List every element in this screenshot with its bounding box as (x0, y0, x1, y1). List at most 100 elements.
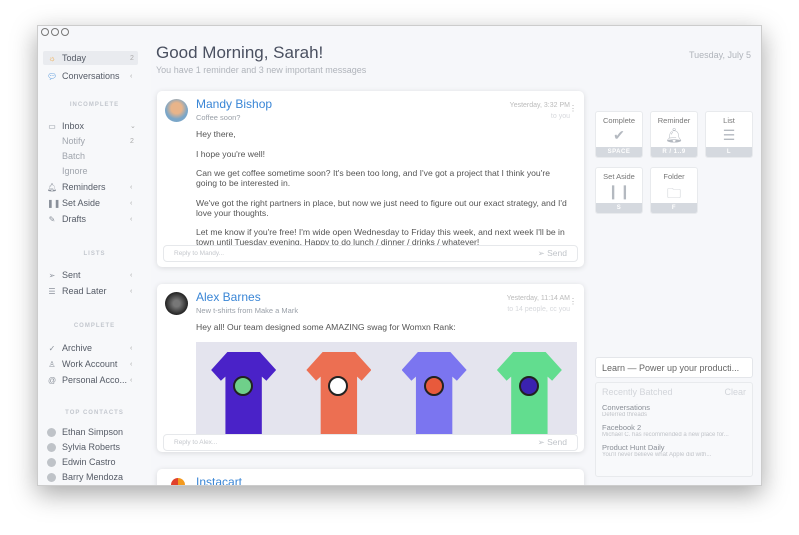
section-header: COMPLETE (73, 323, 116, 329)
instacart-logo-icon (171, 478, 185, 485)
tshirt (211, 352, 277, 434)
user-icon: ♙ (48, 359, 56, 369)
contact-item[interactable]: Sylvia Roberts (43, 440, 138, 454)
batched-item[interactable]: Product Hunt Daily You'll never believe w… (602, 443, 746, 458)
batched-item[interactable]: Conversations Deferred threads (602, 403, 746, 418)
sidebar-item-today[interactable]: ☼ Today 2 (43, 51, 138, 65)
app-window: ☼ Today 2 💬︎ Conversations ‹ INCOMPLETE ▭ Inb… (37, 25, 762, 486)
action-complete[interactable]: Complete ✔ SPACE (595, 111, 643, 158)
sidebar-item-inbox[interactable]: ▭ Inbox ⌄ (43, 119, 138, 133)
reply-input[interactable]: Reply to Mandy... ➢ Send (163, 245, 578, 262)
action-label: List (723, 116, 735, 125)
bell-icon: 🔔︎ (665, 127, 683, 143)
contact-item[interactable]: Barry Mendoza (43, 470, 138, 484)
message-subject: Coffee soon? (196, 113, 241, 122)
zoom-button[interactable] (61, 28, 69, 36)
shortcut-key: L (706, 147, 752, 157)
page-subtitle: You have 1 reminder and 3 new important … (156, 65, 367, 75)
item-count: 2 (637, 423, 642, 432)
tshirt (306, 352, 372, 434)
action-label: Reminder (657, 116, 691, 125)
send-button[interactable]: ➢ Send (538, 248, 567, 259)
pause-icon: ❚❚ (47, 198, 61, 208)
list-icon: ☰ (722, 127, 736, 143)
item-title: Facebook (602, 423, 635, 432)
sidebar: ☼ Today 2 💬︎ Conversations ‹ INCOMPLETE ▭ Inb… (38, 40, 151, 485)
paragraph: I hope you're well! (196, 148, 265, 159)
avatar (47, 427, 56, 437)
reply-placeholder: Reply to Alex... (174, 439, 218, 446)
item-title: Conversations (602, 403, 650, 412)
sidebar-item-drafts[interactable]: ✎ Drafts ‹ (43, 212, 138, 226)
more-options-icon[interactable]: ⋮ (569, 297, 577, 306)
send-button[interactable]: ➢ Send (538, 437, 567, 448)
item-desc: Deferred threads (602, 412, 648, 418)
shortcut-key: SPACE (596, 147, 642, 157)
at-icon: @ (47, 375, 57, 385)
inbox-icon: ▭ (48, 121, 56, 131)
tshirt (496, 352, 562, 434)
draft-icon: ✎ (48, 214, 56, 224)
current-date: Tuesday, July 5 (688, 50, 751, 60)
paragraph: Hey there, (196, 129, 236, 139)
sidebar-item-reminders[interactable]: 🔔︎ Reminders ‹ (43, 180, 138, 194)
sidebar-item-work-account[interactable]: ♙ Work Account ‹ (43, 357, 138, 371)
list-icon: ☰ (48, 286, 56, 296)
reply-input[interactable]: Reply to Alex... ➢ Send (163, 434, 578, 451)
sender-name[interactable]: Mandy Bishop (196, 97, 272, 111)
sidebar-item-archive[interactable]: ✓ Archive ‹ (43, 341, 138, 355)
panel-title: Recently Batched (602, 387, 673, 397)
sidebar-item-ignore[interactable]: Ignore (43, 164, 138, 178)
page-title: Good Morning, Sarah! (156, 43, 324, 62)
action-label: Set Aside (603, 172, 635, 181)
message-time: Yesterday, 11:14 AM (506, 295, 570, 302)
message-body: Hey there, I hope you're well! Can we ge… (196, 129, 572, 247)
action-folder[interactable]: Folder 🗀 F (650, 167, 698, 214)
sidebar-item-batch[interactable]: Batch (43, 149, 138, 163)
action-list[interactable]: List ☰ L (705, 111, 753, 158)
shortcut-key: S (596, 203, 642, 213)
section-header: LISTS (83, 251, 106, 257)
avatar (47, 472, 56, 482)
pause-icon: ❙❙ (607, 183, 631, 199)
clear-button[interactable]: Clear (724, 387, 746, 397)
sidebar-item-conversations[interactable]: 💬︎ Conversations ‹ (43, 69, 138, 83)
send-label: Send (547, 248, 567, 258)
item-desc: Michael C. has recommended a new place f… (602, 432, 729, 438)
send-icon: ➢ (48, 270, 56, 280)
section-header: TOP CONTACTS (65, 410, 124, 416)
minimize-button[interactable] (51, 28, 59, 36)
shortcut-key: F (651, 203, 697, 213)
sidebar-item-notify[interactable]: Notify 2 (43, 134, 138, 148)
sender-name[interactable]: Instacart (196, 475, 242, 485)
avatar (47, 442, 56, 452)
sidebar-item-read-later[interactable]: ☰ Read Later ‹ (43, 284, 138, 298)
contact-item[interactable]: Ethan Simpson (43, 425, 138, 439)
contact-item[interactable]: Edwin Castro (43, 455, 138, 469)
sun-icon: ☼ (48, 53, 56, 63)
section-header: INCOMPLETE (69, 102, 120, 108)
message-card[interactable]: Instacart (157, 469, 584, 485)
sender-name[interactable]: Alex Barnes (196, 290, 261, 304)
item-title: Product Hunt Daily (602, 443, 665, 452)
chat-icon: 💬︎ (47, 71, 58, 81)
sidebar-item-personal-account[interactable]: @ Personal Acco... ‹ (43, 373, 138, 387)
action-reminder[interactable]: Reminder 🔔︎ R / 1..9 (650, 111, 698, 158)
learn-banner[interactable]: Learn — Power up your producti... (595, 357, 753, 378)
batched-item[interactable]: Facebook 2 Michael C. has recommended a n… (602, 423, 746, 438)
message-card[interactable]: Mandy Bishop Coffee soon? Yesterday, 3:3… (157, 91, 584, 267)
action-set-aside[interactable]: Set Aside ❙❙ S (595, 167, 643, 214)
paragraph: Hey all! Our team designed some AMAZING … (196, 322, 456, 332)
message-subject: New t-shirts from Make a Mark (196, 306, 299, 315)
more-options-icon[interactable]: ⋮ (569, 104, 577, 113)
sidebar-item-sent[interactable]: ➢ Sent ‹ (43, 268, 138, 282)
close-button[interactable] (41, 28, 49, 36)
sidebar-item-set-aside[interactable]: ❚❚ Set Aside ‹ (43, 196, 138, 210)
avatar (47, 457, 56, 467)
window-controls (41, 28, 69, 36)
check-icon: ✔ (613, 127, 625, 143)
bell-icon: 🔔︎ (47, 182, 58, 192)
message-card[interactable]: Alex Barnes New t-shirts from Make a Mar… (157, 284, 584, 452)
recently-batched-panel: Recently Batched Clear Conversations Defer… (595, 382, 753, 477)
recipients: to 14 people, cc you (507, 306, 570, 313)
